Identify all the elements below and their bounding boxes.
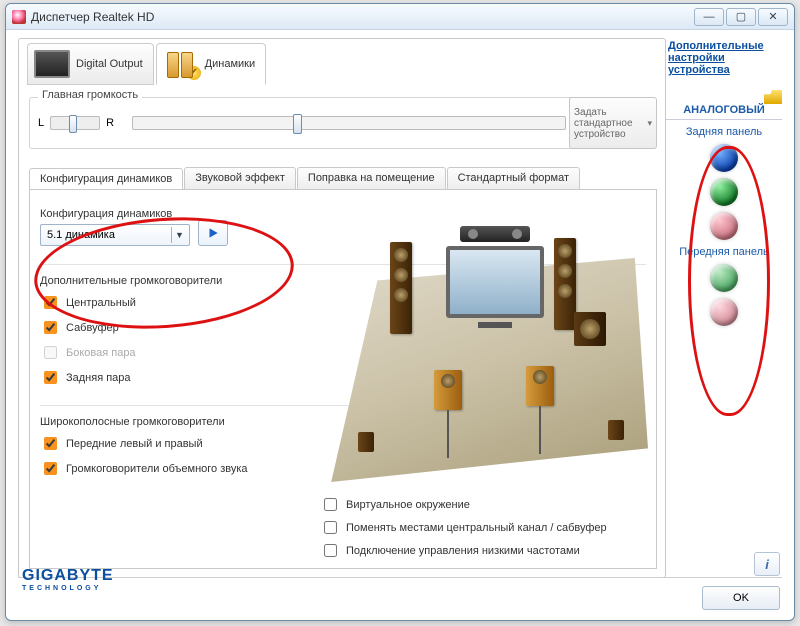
surround-right-speaker-icon[interactable] [526, 366, 554, 406]
subtab-speaker-config[interactable]: Конфигурация динамиков [29, 168, 183, 190]
default-line2: стандартное [574, 118, 633, 129]
tab-speakers[interactable]: ✔ Динамики [156, 43, 266, 85]
folder-icon[interactable] [764, 90, 782, 104]
separator [18, 577, 782, 578]
jack-rear-green[interactable] [710, 178, 738, 206]
test-play-button[interactable] [198, 220, 228, 246]
default-line1: Задать [574, 107, 633, 118]
chevron-down-icon: ▾ [647, 118, 652, 129]
app-icon [12, 10, 26, 24]
analog-panel: АНАЛОГОВЫЙ Задняя панель Передняя панель [666, 104, 782, 464]
app-window: Диспетчер Realtek HD — ▢ ✕ Дополнительны… [5, 3, 795, 621]
speaker-config-dropdown[interactable]: 5.1 динамика ▼ [40, 224, 190, 246]
subtab-default-format[interactable]: Стандартный формат [447, 167, 580, 189]
tab-label: Digital Output [76, 58, 143, 70]
titlebar: Диспетчер Realtek HD — ▢ ✕ [6, 4, 794, 30]
ok-button[interactable]: OK [702, 586, 780, 610]
rear-right-speaker-icon[interactable] [608, 420, 624, 440]
rear-panel-label: Задняя панель [666, 126, 782, 138]
subwoofer-icon[interactable] [574, 312, 606, 346]
group-label: Главная громкость [38, 89, 142, 101]
subtab-room-correction[interactable]: Поправка на помещение [297, 167, 446, 189]
close-button[interactable]: ✕ [758, 8, 788, 26]
balance-right-label: R [106, 117, 114, 129]
jack-front-pink[interactable] [710, 298, 738, 326]
subtab-sound-effect[interactable]: Звуковой эффект [184, 167, 296, 189]
set-default-device-button[interactable]: Задать стандартное устройство ▾ [569, 97, 657, 149]
balance-left-label: L [38, 117, 44, 129]
dropdown-value: 5.1 динамика [47, 229, 115, 241]
jack-rear-pink[interactable] [710, 212, 738, 240]
main-volume-group: Главная громкость L R [29, 97, 609, 149]
balance-slider[interactable] [50, 116, 100, 130]
front-left-speaker-icon[interactable] [390, 242, 412, 334]
volume-slider[interactable] [132, 116, 566, 130]
speaker-layout-illustration [318, 202, 648, 482]
analog-title: АНАЛОГОВЫЙ [666, 104, 782, 120]
center-speaker-icon[interactable] [460, 226, 530, 242]
receiver-icon [34, 50, 70, 78]
advanced-settings-link[interactable]: Дополнительные настройки устройства [668, 40, 780, 76]
front-panel-label: Передняя панель [666, 246, 782, 258]
info-button[interactable]: i [754, 552, 780, 576]
jack-rear-blue[interactable] [710, 144, 738, 172]
jack-front-green[interactable] [710, 264, 738, 292]
tab-digital-output[interactable]: Digital Output [27, 43, 154, 85]
minimize-button[interactable]: — [694, 8, 724, 26]
checkbox-bass-management[interactable]: Подключение управления низкими частотами [320, 541, 650, 560]
checkbox-virtual-surround[interactable]: Виртуальное окружение [320, 495, 650, 514]
tab-label: Динамики [205, 58, 255, 70]
chevron-down-icon: ▼ [171, 227, 187, 243]
default-line3: устройство [574, 129, 633, 140]
play-icon [206, 226, 220, 240]
front-right-speaker-icon[interactable] [554, 238, 576, 330]
main-panel: Digital Output ✔ Динамики Главная громко… [18, 38, 666, 578]
tabpage-speaker-config: Конфигурация динамиков 5.1 динамика ▼ До… [29, 189, 657, 569]
brand-logo: GIGABYTE TECHNOLOGY [22, 567, 114, 592]
speakers-icon: ✔ [163, 50, 199, 78]
surround-left-speaker-icon[interactable] [434, 370, 462, 410]
tv-icon [446, 246, 544, 318]
window-title: Диспетчер Realtek HD [31, 10, 154, 24]
maximize-button[interactable]: ▢ [726, 8, 756, 26]
checkbox-swap-center-sub[interactable]: Поменять местами центральный канал / саб… [320, 518, 650, 537]
rear-left-speaker-icon[interactable] [358, 432, 374, 452]
